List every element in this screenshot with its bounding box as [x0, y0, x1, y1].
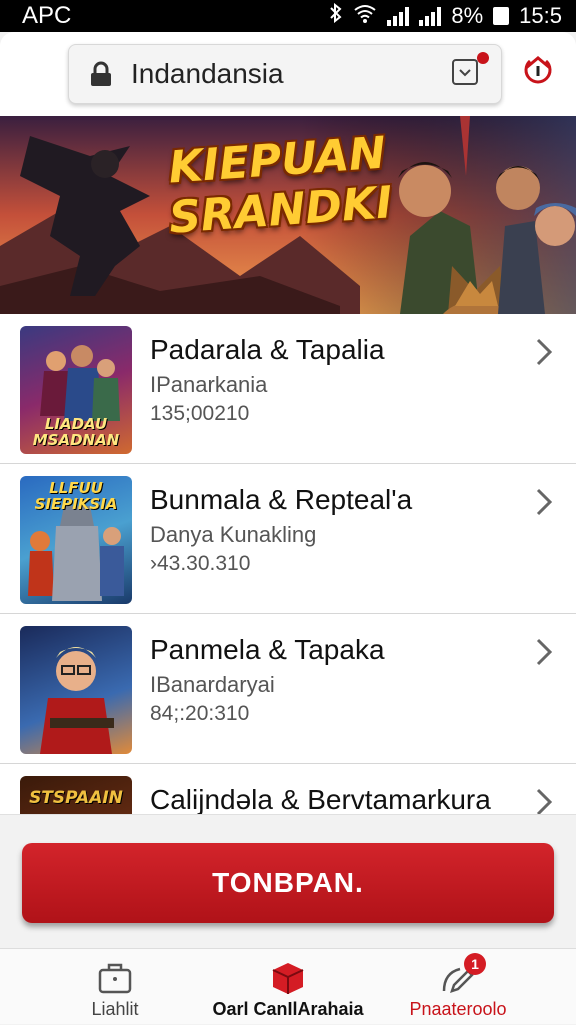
- bluetooth-icon: [329, 2, 343, 29]
- bottom-navigation: Liahlit Oarl CanIlArahaia 1 Pnaateroolo: [0, 948, 576, 1024]
- wifi-icon: [353, 3, 377, 29]
- red-box-icon: [270, 961, 306, 995]
- item-subtitle: Danya Kunakling: [150, 522, 317, 547]
- url-text[interactable]: Indandansia: [131, 58, 451, 90]
- item-subtitle: IBanardaryai: [150, 672, 275, 697]
- item-number: ›43.30.310: [150, 552, 251, 575]
- list-item[interactable]: LIADAU MSADNAN Padarala & Tapalia IPanar…: [0, 314, 576, 464]
- battery-percent: 8%: [451, 3, 484, 28]
- chevron-right-icon[interactable]: [532, 486, 556, 518]
- nav-item-oarl[interactable]: Oarl CanIlArahaia: [200, 955, 376, 1025]
- clock: 15:5: [519, 3, 562, 28]
- chevron-right-icon[interactable]: [532, 636, 556, 668]
- chevron-right-icon[interactable]: [532, 336, 556, 368]
- item-title: Calijndəla & Bervtamarkura: [150, 784, 491, 814]
- signal-icon: [387, 6, 410, 26]
- item-title: Bunmala & Repteal'a: [150, 484, 413, 515]
- chevron-right-icon[interactable]: [532, 786, 556, 814]
- edit-icon: 1: [440, 953, 486, 995]
- list-item[interactable]: STSPAAIN Calijndəla & Bervtamarkura: [0, 764, 576, 814]
- notification-badge: 1: [464, 953, 486, 975]
- battery-icon: [493, 7, 510, 25]
- list-item[interactable]: Panmela & Tapaka IBanardaryai 84;:20:310: [0, 614, 576, 764]
- item-thumbnail: [20, 626, 132, 754]
- primary-cta-button[interactable]: TONBPAN.: [22, 843, 554, 923]
- item-title: Padarala & Tapalia: [150, 334, 385, 365]
- nav-label: Pnaateroolo: [409, 999, 507, 1019]
- status-icons: 8% 15:5: [329, 2, 562, 29]
- item-thumbnail: LIADAU MSADNAN: [20, 326, 132, 454]
- nav-label: Liahlit: [91, 999, 139, 1019]
- item-number: 135;00210: [150, 402, 250, 425]
- thumbnail-caption: LLFUU SIEPIKSIA: [34, 479, 118, 513]
- lock-icon: [87, 60, 115, 88]
- download-icon[interactable]: [451, 52, 489, 90]
- address-bar[interactable]: Indandansia: [68, 44, 502, 104]
- nav-item-pnaateroolo[interactable]: 1 Pnaateroolo: [398, 953, 518, 1025]
- item-number: 84;:20:310: [150, 702, 250, 725]
- content-list: LIADAU MSADNAN Padarala & Tapalia IPanar…: [0, 314, 576, 814]
- thumbnail-caption: LIADAU MSADNAN: [32, 415, 120, 449]
- item-subtitle: IPanarkania: [150, 372, 268, 397]
- download-badge: [477, 52, 489, 64]
- banner-title: KIEPUAN SRANDKI: [167, 127, 394, 244]
- item-thumbnail: STSPAAIN: [20, 776, 132, 814]
- nav-label: Oarl CanIlArahaia: [212, 999, 364, 1019]
- promo-banner[interactable]: KIEPUAN SRANDKI: [0, 116, 576, 314]
- item-thumbnail: LLFUU SIEPIKSIA: [20, 476, 132, 604]
- power-icon[interactable]: [518, 50, 558, 90]
- list-item[interactable]: LLFUU SIEPIKSIA Bunmala & Repteal'a Dany…: [0, 464, 576, 614]
- nav-item-liahlit[interactable]: Liahlit: [60, 955, 170, 1025]
- thumbnail-caption: STSPAAIN: [29, 788, 123, 808]
- cta-area: TONBPAN.: [0, 814, 576, 948]
- browser-toolbar: Indandansia: [0, 32, 576, 116]
- signal-icon-2: [419, 6, 442, 26]
- item-title: Panmela & Tapaka: [150, 634, 385, 665]
- briefcase-icon: [97, 961, 133, 995]
- status-bar: APC 8% 15:5: [0, 0, 576, 32]
- carrier-label: APC: [22, 2, 72, 29]
